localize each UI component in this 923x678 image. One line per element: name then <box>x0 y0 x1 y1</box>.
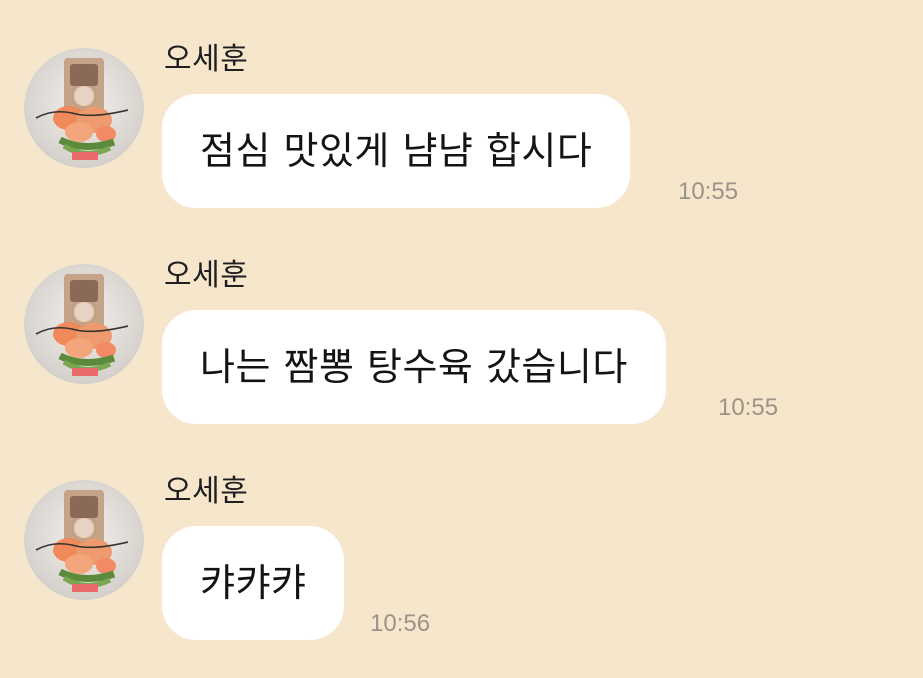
sender-name: 오세훈 <box>164 474 249 509</box>
sender-avatar[interactable] <box>24 48 144 168</box>
message-bubble[interactable]: 나는 짬뽕 탕수육 갔습니다 <box>162 310 666 424</box>
message-bubble[interactable]: 점심 맛있게 냠냠 합시다 <box>162 94 631 208</box>
message-time: 10:55 <box>678 178 739 205</box>
sender-name: 오세훈 <box>164 42 249 77</box>
sender-name: 오세훈 <box>164 258 249 293</box>
sender-avatar[interactable] <box>24 264 144 384</box>
message-time: 10:56 <box>370 610 431 637</box>
message-time: 10:55 <box>718 394 779 421</box>
profile-photo-flowers-icon <box>35 58 129 160</box>
message-bubble[interactable]: 캬캬캬 <box>162 526 345 640</box>
sender-avatar[interactable] <box>24 480 144 600</box>
profile-photo-flowers-icon <box>35 490 129 592</box>
profile-photo-flowers-icon <box>35 274 129 376</box>
